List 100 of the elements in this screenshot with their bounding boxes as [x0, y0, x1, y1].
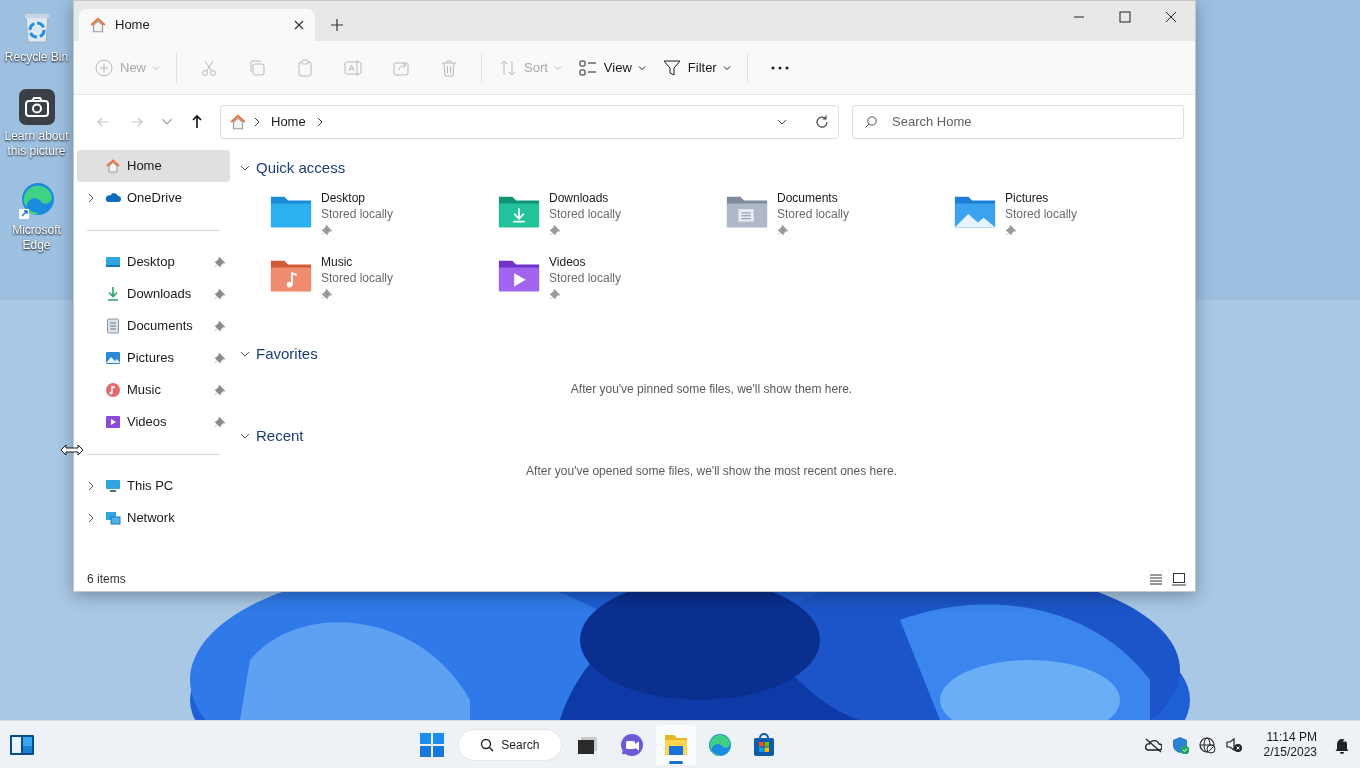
windows-logo-icon — [418, 731, 445, 758]
tiles-view-icon[interactable] — [1172, 572, 1186, 586]
folder-tile[interactable]: Documents Stored locally — [725, 188, 953, 252]
folder-tile[interactable]: Desktop Stored locally — [269, 188, 497, 252]
copy-icon — [247, 57, 267, 78]
empty-message: After you've opened some files, we'll show the most recent ones here. — [526, 463, 897, 480]
camera-icon[interactable] — [16, 87, 57, 127]
address-bar[interactable]: Home — [220, 104, 839, 139]
folder-location: Stored locally — [321, 206, 394, 222]
caret-icon — [637, 63, 646, 72]
speaker-muted-icon[interactable] — [1224, 735, 1243, 754]
breadcrumb[interactable]: Home — [267, 111, 310, 132]
close-icon[interactable] — [1163, 9, 1179, 25]
pin-icon — [214, 256, 226, 268]
pin-icon — [321, 224, 333, 236]
search-button[interactable]: Search — [457, 728, 562, 761]
view-list-icon — [577, 57, 598, 78]
pin-icon — [214, 416, 226, 428]
folder-tile[interactable]: Downloads Stored locally — [497, 188, 725, 252]
view-button[interactable]: View — [569, 49, 654, 86]
pin-icon — [214, 288, 226, 300]
network-icon — [105, 510, 121, 526]
pin-icon — [321, 288, 333, 300]
tab-label: Home — [115, 16, 151, 35]
home-icon — [229, 112, 247, 131]
chevron-down-icon — [240, 349, 250, 359]
chevron-down-icon — [240, 431, 250, 441]
pin-icon — [777, 224, 789, 236]
sidebar-item[interactable]: Pictures — [77, 342, 230, 374]
sidebar-label: Music — [127, 381, 162, 400]
sidebar-item[interactable]: Documents — [77, 310, 230, 342]
close-icon[interactable] — [293, 19, 305, 31]
folder-icon — [269, 194, 313, 230]
desktop-icon — [105, 254, 121, 270]
caret-icon — [152, 63, 160, 72]
pin-icon — [214, 352, 226, 364]
folder-tile[interactable]: Pictures Stored locally — [953, 188, 1181, 252]
music-icon — [105, 382, 121, 398]
chevron-right-icon[interactable] — [87, 481, 95, 491]
folder-name: Pictures — [1005, 190, 1050, 206]
clock[interactable]: 11:14 PM 2/15/2023 — [1263, 729, 1317, 760]
section-header[interactable]: Favorites — [240, 342, 318, 366]
search-icon — [480, 737, 495, 752]
trash-icon — [439, 57, 459, 78]
section-header[interactable]: Recent — [240, 424, 304, 448]
caret-icon — [722, 63, 731, 72]
chevron-right-icon[interactable] — [87, 513, 95, 523]
chevron-right-icon — [253, 116, 261, 127]
pin-icon — [549, 224, 561, 236]
sidebar-item[interactable]: Videos — [77, 406, 230, 438]
globe-icon[interactable] — [1197, 735, 1216, 754]
tab[interactable]: Home — [79, 9, 315, 41]
sidebar-item[interactable]: Downloads — [77, 278, 230, 310]
document-icon — [105, 318, 121, 334]
filter-icon — [661, 57, 682, 78]
sidebar-item[interactable]: This PC — [77, 470, 230, 502]
video-chat-icon — [618, 731, 645, 758]
folder-tile[interactable]: Music Stored locally — [269, 252, 497, 316]
sidebar-item[interactable]: Desktop — [77, 246, 230, 278]
chevron-right-icon[interactable] — [87, 193, 95, 203]
pin-icon — [1005, 224, 1017, 236]
sidebar-label: This PC — [127, 477, 175, 496]
folder-icon — [497, 194, 541, 230]
sidebar-label: Pictures — [127, 349, 175, 368]
folder-icon — [953, 194, 997, 230]
download-icon — [105, 286, 121, 302]
folder-name: Music — [321, 254, 354, 270]
filter-button[interactable]: Filter — [653, 49, 739, 86]
sidebar-item[interactable]: Home — [77, 150, 230, 182]
sidebar-item[interactable]: OneDrive — [77, 182, 230, 214]
chevron-down-icon — [240, 163, 250, 173]
sidebar-item[interactable]: Network — [77, 502, 230, 534]
folder-location: Stored locally — [321, 270, 394, 286]
sidebar-item[interactable]: Music — [77, 374, 230, 406]
details-view-icon[interactable] — [1149, 572, 1163, 586]
edge-icon[interactable] — [16, 181, 57, 221]
shield-icon[interactable] — [1170, 735, 1189, 754]
sidebar-label: Videos — [127, 413, 168, 432]
edge-browser-icon — [706, 731, 733, 758]
folder-tile[interactable]: Videos Stored locally — [497, 252, 725, 316]
chevron-right-icon — [315, 116, 324, 127]
folder-name: Videos — [549, 254, 587, 270]
folder-icon — [269, 258, 313, 294]
folder-location: Stored locally — [549, 270, 622, 286]
sidebar-label: Downloads — [127, 285, 193, 304]
refresh-icon[interactable] — [814, 113, 830, 130]
caret-icon — [553, 63, 562, 72]
pin-icon — [214, 384, 226, 396]
search-field[interactable]: Search Home — [852, 104, 1184, 139]
empty-message: After you've pinned some files, we'll show them here. — [570, 381, 853, 398]
maximize-icon[interactable] — [1117, 9, 1133, 25]
more-icon — [770, 65, 789, 70]
widgets-icon[interactable] — [9, 733, 35, 756]
monitor-icon — [105, 478, 121, 494]
folder-location: Stored locally — [777, 206, 850, 222]
new-tab-icon[interactable] — [331, 19, 343, 31]
video-icon — [105, 414, 121, 430]
circle-plus-icon — [94, 57, 114, 78]
pin-icon — [214, 320, 226, 332]
section-header[interactable]: Quick access — [240, 156, 346, 180]
